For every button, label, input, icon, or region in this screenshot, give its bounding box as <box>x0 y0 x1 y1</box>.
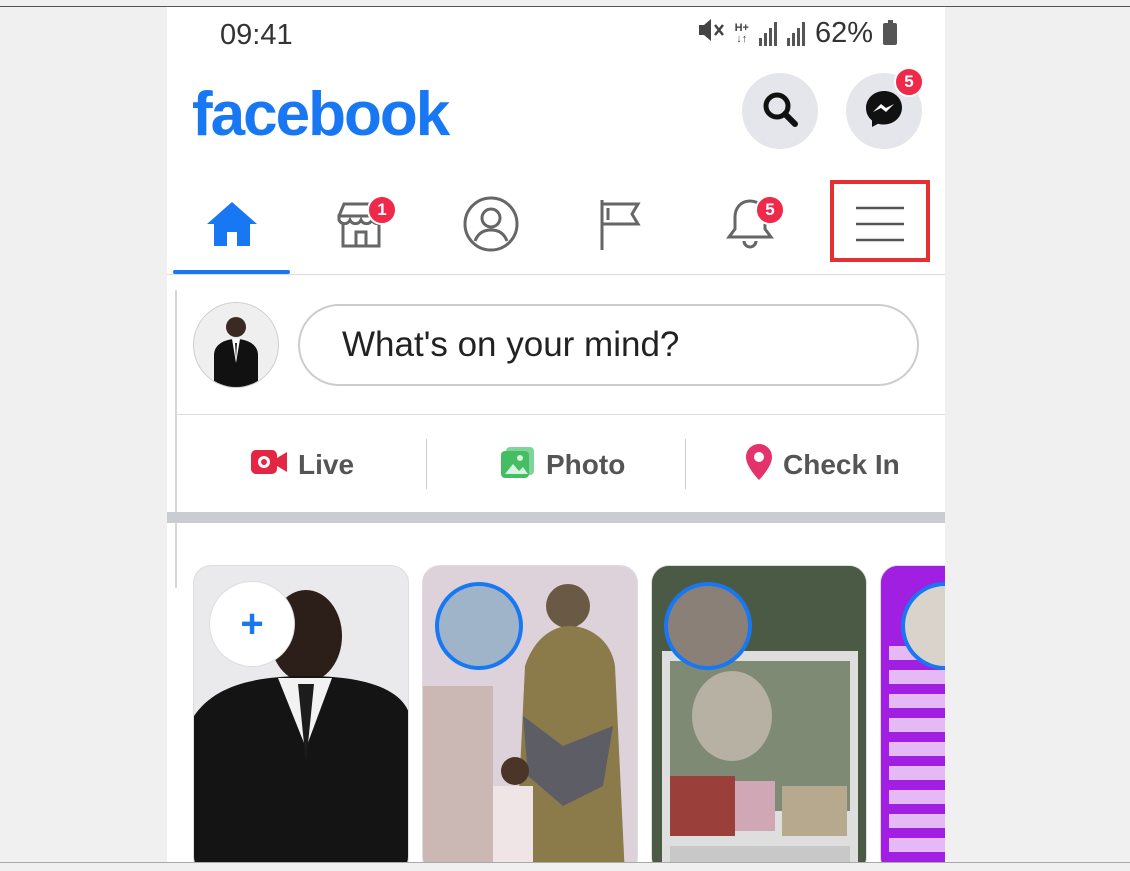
checkin-label: Check In <box>783 449 900 480</box>
status-indicators: H+ ↓↑ 62% <box>697 17 897 50</box>
page-bottom-rule <box>0 862 1130 863</box>
battery-icon <box>883 19 897 45</box>
add-story-button[interactable]: + <box>210 582 294 666</box>
checkin-button[interactable]: Check In <box>745 440 900 490</box>
status-time: 09:41 <box>220 19 293 51</box>
story-card[interactable] <box>422 565 638 863</box>
create-story-card[interactable]: + <box>193 565 409 863</box>
mute-icon <box>697 17 725 50</box>
photo-label: Photo <box>546 449 626 480</box>
marketplace-badge: 1 <box>367 195 397 225</box>
roaming-signal-icon <box>786 21 805 46</box>
tab-marketplace[interactable]: 1 <box>301 177 421 275</box>
search-button[interactable] <box>742 73 818 149</box>
profile-icon <box>461 194 521 259</box>
home-icon <box>204 198 260 255</box>
story-card[interactable] <box>880 565 945 863</box>
network-type: H+ <box>734 21 749 34</box>
menu-highlight-box <box>830 180 930 262</box>
tab-profile[interactable] <box>431 177 551 275</box>
story-avatar <box>435 582 523 670</box>
live-button[interactable]: Live <box>250 440 354 490</box>
nav-divider <box>167 274 945 275</box>
signal-icon <box>758 21 777 46</box>
facebook-logo[interactable]: facebook <box>192 79 450 150</box>
search-icon <box>760 89 800 134</box>
story-avatar <box>664 582 752 670</box>
messenger-button[interactable]: 5 <box>846 67 924 149</box>
battery-percent: 62% <box>814 17 873 49</box>
action-divider <box>685 439 686 489</box>
action-divider <box>426 439 427 489</box>
tab-notifications[interactable]: 5 <box>690 177 810 275</box>
tab-home[interactable] <box>172 177 292 275</box>
tab-pages[interactable] <box>560 177 680 275</box>
photo-button[interactable]: Photo <box>500 440 625 490</box>
composer-divider <box>175 414 945 415</box>
data-arrows-icon: H+ ↓↑ <box>734 21 749 45</box>
whats-on-your-mind-input[interactable]: What's on your mind? <box>298 304 919 386</box>
avatar[interactable] <box>193 302 279 388</box>
main-nav: 1 5 <box>167 177 945 277</box>
section-separator <box>167 512 945 523</box>
live-label: Live <box>298 449 355 480</box>
story-card[interactable] <box>651 565 867 863</box>
notifications-badge: 5 <box>755 195 785 225</box>
messenger-badge: 5 <box>894 67 924 97</box>
panel-edge <box>175 290 177 588</box>
photo-icon <box>500 445 536 486</box>
location-pin-icon <box>745 443 773 488</box>
pages-flag-icon <box>594 196 646 257</box>
live-video-icon <box>250 447 288 484</box>
phone-screen: 09:41 H+ ↓↑ 62% facebook 5 1 5 What's on… <box>167 7 945 863</box>
